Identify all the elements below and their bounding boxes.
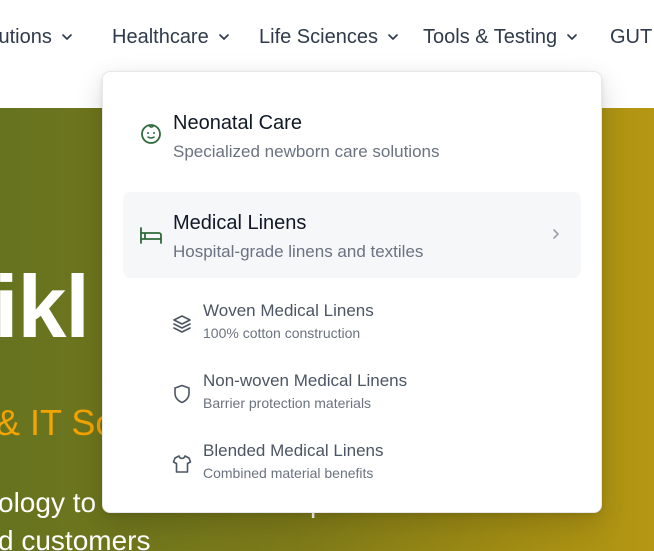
healthcare-dropdown-menu: Neonatal Care Specialized newborn care s… [102, 71, 602, 513]
layers-icon [171, 313, 193, 335]
menu-item-medical-linens[interactable]: Medical Linens Hospital-grade linens and… [123, 192, 581, 278]
menu-item-description: Hospital-grade linens and textiles [173, 242, 424, 261]
submenu-item-woven-medical-linens[interactable]: Woven Medical Linens 100% cotton constru… [171, 301, 581, 349]
chevron-down-icon [565, 30, 579, 44]
chevron-down-icon [217, 30, 231, 44]
menu-item-title: Neonatal Care [173, 112, 302, 134]
nav-item-healthcare[interactable]: Healthcare [112, 24, 231, 50]
menu-item-neonatal-care[interactable]: Neonatal Care Specialized newborn care s… [123, 100, 581, 168]
nav-item-gut[interactable]: GUT [610, 24, 652, 50]
menu-item-description: Specialized newborn care solutions [173, 142, 440, 161]
top-navbar: lutions Healthcare Life Sciences Tools &… [0, 0, 654, 72]
bed-icon [139, 223, 163, 247]
nav-item-label: Healthcare [112, 25, 209, 48]
submenu-item-title: Woven Medical Linens [203, 301, 374, 320]
nav-item-label: lutions [0, 25, 52, 48]
chevron-down-icon [386, 30, 400, 44]
nav-item-label: Life Sciences [259, 25, 378, 48]
submenu-item-description: Barrier protection materials [203, 395, 372, 411]
menu-item-title: Medical Linens [173, 212, 307, 234]
hero-text-line-2: d customers [0, 525, 151, 551]
nav-item-label: GUT [610, 25, 653, 48]
chevron-right-icon [549, 227, 563, 241]
hero-title: ikl [0, 257, 90, 356]
nav-item-label: Tools & Testing [423, 25, 558, 48]
submenu-item-title: Non-woven Medical Linens [203, 371, 408, 390]
hero-subtitle: & IT So [0, 402, 116, 443]
submenu-item-blended-medical-linens[interactable]: Blended Medical Linens Combined material… [171, 441, 581, 489]
submenu-item-title: Blended Medical Linens [203, 441, 384, 460]
submenu-item-description: Combined material benefits [203, 465, 374, 481]
submenu-item-description: 100% cotton construction [203, 325, 361, 341]
baby-face-icon [139, 122, 163, 146]
shirt-icon [171, 453, 193, 475]
page: lutions Healthcare Life Sciences Tools &… [0, 0, 654, 551]
shield-icon [171, 383, 193, 405]
submenu-item-non-woven-medical-linens[interactable]: Non-woven Medical Linens Barrier protect… [171, 371, 581, 419]
nav-item-life-sciences[interactable]: Life Sciences [259, 24, 400, 50]
chevron-down-icon [60, 30, 74, 44]
nav-item-solutions[interactable]: lutions [0, 24, 74, 50]
nav-item-tools-testing[interactable]: Tools & Testing [423, 24, 579, 50]
